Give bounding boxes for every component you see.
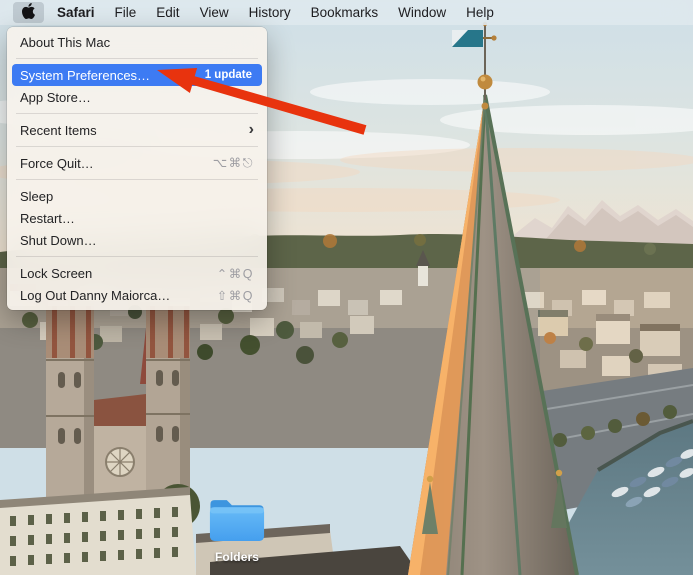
menu-item-restart[interactable]: Restart… [12, 207, 262, 229]
menu-separator [16, 179, 258, 180]
folder-icon [208, 496, 266, 548]
apple-logo-icon [22, 3, 36, 22]
shortcut-lock-screen: ⌃⌘Q [216, 266, 254, 281]
menubar-item-view[interactable]: View [190, 0, 239, 25]
menubar-item-history[interactable]: History [239, 0, 301, 25]
menubar-item-bookmarks[interactable]: Bookmarks [301, 0, 389, 25]
menu-item-app-store[interactable]: App Store… [12, 86, 262, 108]
shortcut-force-quit: ⌥⌘⎋ [212, 156, 254, 170]
menubar-item-help[interactable]: Help [456, 0, 504, 25]
menu-separator [16, 256, 258, 257]
menubar-item-file[interactable]: File [105, 0, 147, 25]
menu-bar: Safari File Edit View History Bookmarks … [0, 0, 693, 25]
menubar-app-name[interactable]: Safari [47, 0, 105, 25]
menu-item-about-this-mac[interactable]: About This Mac [12, 31, 262, 53]
apple-menu: About This Mac System Preferences… 1 upd… [7, 27, 267, 310]
shortcut-log-out: ⇧⌘Q [216, 288, 254, 303]
apple-menu-button[interactable] [13, 2, 44, 23]
menu-separator [16, 113, 258, 114]
menu-item-recent-items[interactable]: Recent Items › [12, 119, 262, 141]
menubar-item-window[interactable]: Window [388, 0, 456, 25]
menubar-item-edit[interactable]: Edit [146, 0, 189, 25]
menu-item-system-preferences[interactable]: System Preferences… 1 update [12, 64, 262, 86]
update-badge: 1 update [204, 69, 252, 81]
desktop-folder-folders[interactable]: Folders [197, 496, 277, 564]
chevron-right-icon: › [248, 121, 254, 138]
menu-item-sleep[interactable]: Sleep [12, 185, 262, 207]
menu-item-force-quit[interactable]: Force Quit… ⌥⌘⎋ [12, 152, 262, 174]
menu-item-lock-screen[interactable]: Lock Screen ⌃⌘Q [12, 262, 262, 284]
menu-item-log-out[interactable]: Log Out Danny Maiorca… ⇧⌘Q [12, 284, 262, 306]
menu-separator [16, 146, 258, 147]
menu-separator [16, 58, 258, 59]
folder-icon-label: Folders [214, 550, 260, 564]
menu-item-shut-down[interactable]: Shut Down… [12, 229, 262, 251]
desktop: Folders Safari File Edit View History Bo… [0, 0, 693, 575]
